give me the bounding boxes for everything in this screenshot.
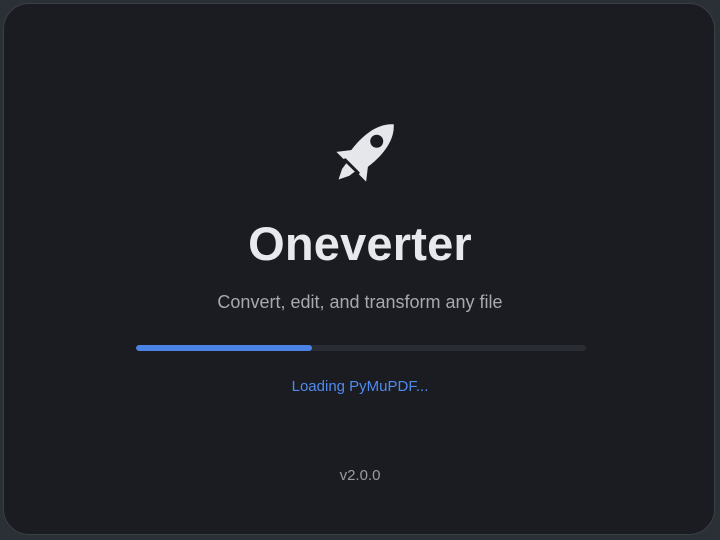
splash-window: Oneverter Convert, edit, and transform a… xyxy=(3,3,715,535)
loading-status-text: Loading PyMuPDF... xyxy=(291,378,429,395)
version-label: v2.0.0 xyxy=(339,467,381,484)
app-title: Oneverter xyxy=(248,217,472,270)
loading-progress-bar xyxy=(136,345,586,351)
app-tagline: Convert, edit, and transform any file xyxy=(217,292,503,312)
loading-progress-fill xyxy=(136,345,312,351)
rocket-icon xyxy=(316,106,412,202)
